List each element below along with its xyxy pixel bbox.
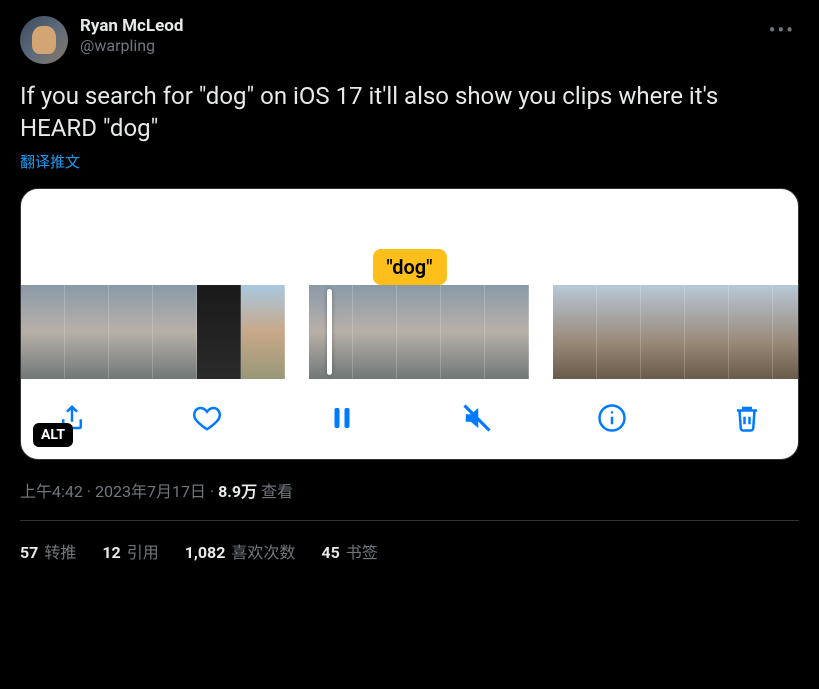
trash-icon[interactable] bbox=[730, 401, 764, 435]
video-frame bbox=[597, 285, 641, 379]
video-frame bbox=[773, 285, 799, 379]
video-frame bbox=[241, 285, 285, 379]
search-term-label: "dog" bbox=[372, 249, 446, 285]
tweet-container: Ryan McLeod @warpling ••• If you search … bbox=[0, 0, 819, 563]
info-icon[interactable] bbox=[595, 401, 629, 435]
avatar[interactable] bbox=[20, 16, 68, 64]
video-frame bbox=[21, 285, 65, 379]
translate-link[interactable]: 翻译推文 bbox=[20, 151, 80, 172]
video-frame bbox=[197, 285, 241, 379]
video-frame bbox=[485, 285, 529, 379]
video-frame bbox=[353, 285, 397, 379]
tweet-header: Ryan McLeod @warpling ••• bbox=[20, 16, 799, 64]
media-toolbar bbox=[21, 379, 798, 459]
playhead[interactable] bbox=[327, 289, 332, 375]
bookmarks-stat[interactable]: 45书签 bbox=[321, 539, 377, 563]
video-frame bbox=[441, 285, 485, 379]
more-icon[interactable]: ••• bbox=[765, 16, 799, 44]
alt-badge[interactable]: ALT bbox=[33, 423, 73, 447]
user-info[interactable]: Ryan McLeod @warpling bbox=[80, 16, 753, 55]
tweet-date[interactable]: 2023年7月17日 bbox=[95, 482, 206, 501]
quotes-stat[interactable]: 12引用 bbox=[102, 539, 158, 563]
tweet-text: If you search for "dog" on iOS 17 it'll … bbox=[20, 80, 799, 145]
views-label: 查看 bbox=[261, 482, 293, 501]
video-frame bbox=[685, 285, 729, 379]
tweet-meta: 上午4:42 · 2023年7月17日 · 8.9万 查看 bbox=[20, 478, 799, 502]
likes-stat[interactable]: 1,082喜欢次数 bbox=[185, 539, 296, 563]
views-count: 8.9万 bbox=[218, 482, 257, 501]
video-frame bbox=[397, 285, 441, 379]
video-frame bbox=[153, 285, 197, 379]
tweet-time[interactable]: 上午4:42 bbox=[20, 482, 83, 501]
video-frame bbox=[65, 285, 109, 379]
mute-icon[interactable] bbox=[460, 401, 494, 435]
clip-group bbox=[309, 285, 529, 379]
video-frame bbox=[109, 285, 153, 379]
video-frame bbox=[729, 285, 773, 379]
heart-icon[interactable] bbox=[190, 401, 224, 435]
video-frame bbox=[641, 285, 685, 379]
video-frame bbox=[553, 285, 597, 379]
video-filmstrip[interactable] bbox=[21, 285, 798, 379]
clip-group bbox=[553, 285, 799, 379]
tweet-stats: 57转推 12引用 1,082喜欢次数 45书签 bbox=[20, 521, 799, 563]
media-top: "dog" bbox=[21, 189, 798, 285]
retweets-stat[interactable]: 57转推 bbox=[20, 539, 76, 563]
user-handle: @warpling bbox=[80, 36, 753, 55]
display-name: Ryan McLeod bbox=[80, 16, 753, 36]
clip-group bbox=[21, 285, 285, 379]
pause-icon[interactable] bbox=[325, 401, 359, 435]
media-card[interactable]: "dog" bbox=[20, 188, 799, 460]
